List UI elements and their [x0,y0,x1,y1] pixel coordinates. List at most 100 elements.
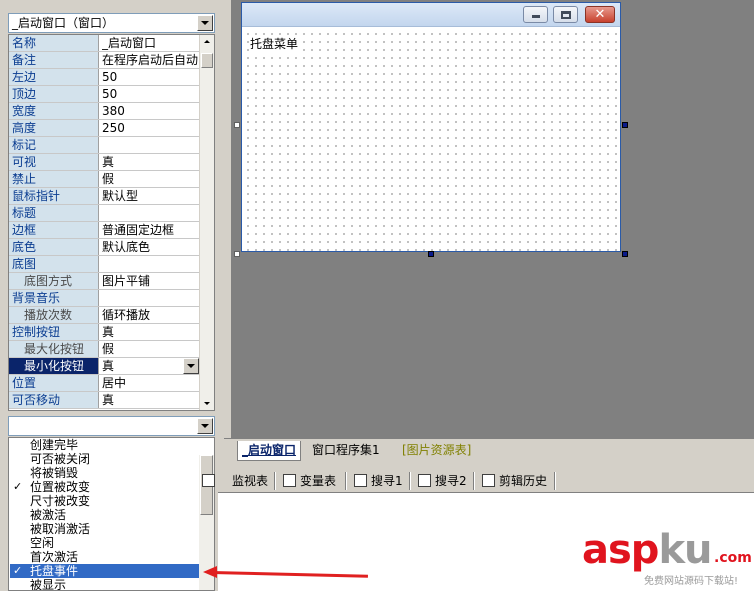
list-item[interactable]: 将被销毁 [10,466,200,480]
list-item[interactable]: 可否被关闭 [10,452,200,466]
property-name: 宽度 [9,103,99,119]
close-button[interactable]: ✕ [585,6,615,23]
watermark: aspku .com 免费网站源码下载站! [582,527,752,588]
resize-handle[interactable] [234,122,240,128]
scroll-down-icon[interactable] [204,402,210,405]
resize-handle[interactable] [622,122,628,128]
list-item[interactable]: 被激活 [10,508,200,522]
maximize-button[interactable] [553,6,578,23]
chevron-down-icon[interactable] [183,358,199,374]
tab-label: 剪辑历史 [499,474,548,488]
property-value[interactable]: 380 [102,103,200,119]
property-name: 标题 [9,205,99,221]
property-value[interactable]: 假 [102,341,200,357]
property-row[interactable]: 鼠标指针 默认型 [9,188,200,205]
event-label: 尺寸被改变 [30,494,91,508]
property-value[interactable]: 循环播放 [102,307,200,323]
event-label: 空闲 [30,536,55,550]
property-value[interactable] [102,256,200,272]
property-grid-scrollbar[interactable] [199,35,214,410]
property-value[interactable] [102,290,200,306]
list-item[interactable]: 首次激活 [10,550,200,564]
property-row[interactable]: 边框 普通固定边框 [9,222,200,239]
property-row[interactable]: 顶边 50 [9,86,200,103]
chevron-down-icon[interactable] [197,15,213,31]
property-name: 边框 [9,222,99,238]
property-value[interactable]: 真 [102,324,200,340]
property-value[interactable]: 在程序启动后自动 [102,52,200,68]
list-item[interactable]: 被取消激活 [10,522,200,536]
tab-watch[interactable]: 监视表 [202,471,268,491]
resize-handle[interactable] [234,251,240,257]
property-value[interactable]: 默认底色 [102,239,200,255]
property-row[interactable]: 播放次数 循环播放 [9,307,200,324]
watermark-suffix: .com [714,550,752,566]
property-name: 底色 [9,239,99,255]
property-row[interactable]: 左边 50 [9,69,200,86]
property-row[interactable]: 最大化按钮假 [9,341,200,358]
event-label: 将被销毁 [30,466,79,480]
scrollbar-thumb[interactable] [201,53,213,68]
tab-image-resources[interactable]: [图片资源表] [402,441,471,461]
property-value[interactable]: 假 [102,171,200,187]
minimize-button[interactable] [523,6,548,23]
tab-variables[interactable]: 变量表 [280,471,336,491]
property-value[interactable]: 真 [102,392,200,408]
property-row[interactable]: 宽度 380 [9,103,200,120]
property-value[interactable]: 真 [102,154,200,170]
event-selector-dropdown[interactable] [8,416,215,436]
tab-search-2[interactable]: 搜寻2 [415,471,467,491]
property-value[interactable]: 居中 [102,375,200,391]
list-item[interactable]: 被显示 [10,578,200,591]
property-row-selected[interactable]: 最小化按钮真 [9,358,200,375]
form-window-preview[interactable]: ✕ 托盘菜单 [241,2,621,252]
property-value[interactable]: 普通固定边框 [102,222,200,238]
list-item[interactable]: ✓ 位置被改变 [10,480,200,494]
event-label: 被显示 [30,578,67,591]
property-row[interactable]: 底图 [9,256,200,273]
property-row[interactable]: 位置 居中 [9,375,200,392]
property-row[interactable]: 备注 在程序启动后自动 [9,52,200,69]
property-row[interactable]: 禁止假 [9,171,200,188]
property-row[interactable]: 标记 [9,137,200,154]
window-selector-value: _启动窗口（窗口） [12,16,115,30]
property-value[interactable] [102,205,200,221]
window-selector-dropdown[interactable]: _启动窗口（窗口） [8,13,215,33]
property-value[interactable] [102,137,200,153]
property-value[interactable]: _启动窗口 [102,35,200,51]
tab-clip-history[interactable]: 剪辑历史 [479,471,547,491]
property-row[interactable]: 名称 _启动窗口 [9,35,200,52]
property-row[interactable]: 高度 250 [9,120,200,137]
resize-handle[interactable] [622,251,628,257]
property-row[interactable]: 控制按钮真 [9,324,200,341]
logo-part: asp [582,527,659,573]
tab-search-1[interactable]: 搜寻1 [351,471,403,491]
tab-start-window[interactable]: _启动窗口 [237,441,302,461]
property-row[interactable]: 背景音乐 [9,290,200,307]
property-row[interactable]: 标题 [9,205,200,222]
property-value[interactable]: 50 [102,86,200,102]
property-name: 播放次数 [9,307,99,323]
property-value[interactable]: 250 [102,120,200,136]
list-item[interactable]: 空闲 [10,536,200,550]
tab-window-assembly[interactable]: 窗口程序集1 [312,441,380,461]
chevron-down-icon[interactable] [197,418,213,434]
resize-handle[interactable] [428,251,434,257]
tray-menu-label[interactable]: 托盘菜单 [250,35,299,52]
property-row[interactable]: 底图方式 图片平铺 [9,273,200,290]
list-item[interactable]: 创建完毕 [10,438,200,452]
property-value[interactable]: 50 [102,69,200,85]
property-row[interactable]: 可否移动真 [9,392,200,409]
property-value[interactable]: 默认型 [102,188,200,204]
scroll-up-icon[interactable] [204,40,210,43]
property-row[interactable]: 底色 默认底色 [9,239,200,256]
property-value[interactable]: 图片平铺 [102,273,200,289]
list-item[interactable]: 尺寸被改变 [10,494,200,508]
property-row[interactable]: 可视真 [9,154,200,171]
form-title-bar[interactable]: ✕ [242,3,620,27]
close-icon: ✕ [594,7,606,22]
search-icon [418,474,431,487]
form-client-area[interactable]: 托盘菜单 [242,28,620,251]
list-item-selected[interactable]: ✓ 托盘事件 [10,564,200,578]
tab-label: 搜寻2 [435,474,467,488]
